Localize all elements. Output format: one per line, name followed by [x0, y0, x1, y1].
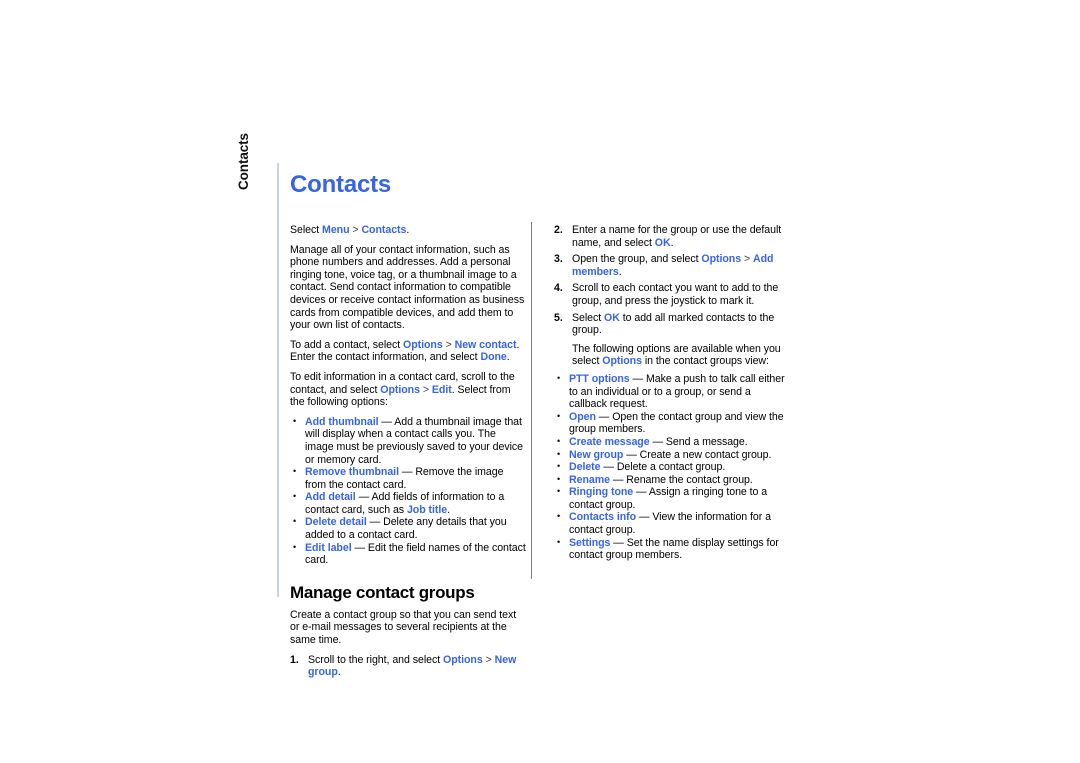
list-item: 2. Enter a name for the group or use the …	[554, 224, 791, 249]
option-term-add-thumbnail[interactable]: Add thumbnail	[305, 416, 379, 428]
link-ok[interactable]: OK	[604, 312, 620, 324]
link-contacts[interactable]: Contacts	[361, 224, 406, 236]
link-menu[interactable]: Menu	[322, 224, 350, 236]
list-item: Rename — Rename the contact group.	[554, 473, 791, 487]
option-desc-post: .	[447, 503, 451, 516]
step-text-2: .	[670, 236, 674, 249]
step-number: 2.	[554, 224, 563, 236]
paragraph-add-contact: To add a contact, select Options > New c…	[290, 339, 527, 364]
option-term-contacts-info[interactable]: Contacts info	[569, 511, 636, 523]
path-separator: >	[482, 653, 495, 666]
option-term-delete[interactable]: Delete	[569, 461, 601, 473]
option-term-new-group[interactable]: New group	[569, 449, 623, 461]
step-number: 4.	[554, 282, 563, 295]
link-job-title[interactable]: Job title	[407, 504, 447, 516]
step-text-2: .	[618, 265, 622, 278]
step-text-2: .	[337, 666, 341, 679]
link-new-contact[interactable]: New contact	[455, 339, 517, 351]
list-item: New group — Create a new contact group.	[554, 448, 791, 462]
list-item: Delete — Delete a contact group.	[554, 460, 791, 474]
group-steps-list-left: 1. Scroll to the right, and select Option…	[290, 654, 527, 679]
chapter-side-tab: Contacts	[236, 133, 251, 190]
paragraph-following-options: The following options are available when…	[554, 343, 791, 368]
option-desc: — Rename the contact group.	[609, 473, 753, 486]
list-item: Add thumbnail — Add a thumbnail image th…	[290, 415, 527, 466]
list-item: 4. Scroll to each contact you want to add…	[554, 282, 791, 307]
list-item: Create message — Send a message.	[554, 435, 791, 449]
list-item: Ringing tone — Assign a ringing tone to …	[554, 485, 791, 511]
step-text-1: Select	[572, 311, 605, 324]
list-item: Delete detail — Delete any details that …	[290, 515, 527, 541]
option-desc: — Open the contact group and view the gr…	[569, 410, 784, 436]
option-desc: — Delete a contact group.	[600, 461, 726, 474]
list-item: 5. Select OK to add all marked contacts t…	[554, 312, 791, 337]
link-options[interactable]: Options	[443, 654, 483, 666]
step-number: 1.	[290, 653, 299, 666]
document-page: Contacts Contacts Select Menu > Contacts…	[0, 0, 1080, 763]
step-text-1: Open the group, and select	[572, 253, 702, 266]
option-term-ptt-options[interactable]: PTT options	[569, 373, 630, 385]
paragraph-edit-card: To edit information in a contact card, s…	[290, 371, 527, 409]
list-item: Add detail — Add fields of information t…	[290, 490, 527, 516]
add-contact-text-3: .	[506, 351, 510, 364]
link-options[interactable]: Options	[403, 339, 443, 351]
option-desc: — Create a new contact group.	[623, 448, 772, 461]
link-options[interactable]: Options	[380, 384, 420, 396]
option-term-settings[interactable]: Settings	[569, 537, 610, 549]
group-options-list: PTT options — Make a push to talk call e…	[554, 372, 791, 562]
option-term-create-message[interactable]: Create message	[569, 436, 650, 448]
list-item: Open — Open the contact group and view t…	[554, 410, 791, 436]
step-text-1: Scroll to the right, and select	[308, 653, 444, 666]
following-text-2: in the contact groups view:	[641, 355, 769, 368]
option-term-edit-label[interactable]: Edit label	[305, 542, 352, 554]
path-separator: >	[442, 338, 455, 351]
page-title: Contacts	[290, 171, 392, 198]
list-item: 1. Scroll to the right, and select Option…	[290, 654, 527, 679]
list-item: 3. Open the group, and select Options > A…	[554, 253, 791, 278]
path-separator: >	[349, 224, 362, 236]
step-number: 3.	[554, 253, 563, 266]
list-item: Contacts info — View the information for…	[554, 510, 791, 536]
link-done[interactable]: Done	[480, 351, 506, 363]
step-number: 5.	[554, 311, 563, 324]
page-header: Contacts	[290, 172, 790, 212]
list-item: PTT options — Make a push to talk call e…	[554, 372, 791, 411]
link-options[interactable]: Options	[701, 253, 741, 265]
two-column-body: Select Menu > Contacts. Manage all of yo…	[290, 224, 792, 683]
section-title-manage-contact-groups: Manage contact groups	[290, 582, 475, 602]
link-ok[interactable]: OK	[655, 237, 671, 249]
option-term-open[interactable]: Open	[569, 411, 596, 423]
path-separator: >	[419, 383, 432, 396]
option-term-rename[interactable]: Rename	[569, 474, 610, 486]
right-column: 2. Enter a name for the group or use the …	[554, 224, 791, 683]
left-column: Select Menu > Contacts. Manage all of yo…	[290, 224, 527, 683]
paragraph-manage-info: Manage all of your contact information, …	[290, 243, 525, 332]
option-term-add-detail[interactable]: Add detail	[305, 491, 356, 503]
intro-select-line: Select Menu > Contacts.	[290, 224, 527, 237]
list-item: Remove thumbnail — Remove the image from…	[290, 465, 527, 491]
option-term-ringing-tone[interactable]: Ringing tone	[569, 486, 633, 498]
intro-suffix: .	[406, 224, 410, 236]
add-contact-text-1: To add a contact, select	[290, 338, 403, 351]
option-desc: — Send a message.	[649, 435, 748, 448]
list-item: Edit label — Edit the field names of the…	[290, 541, 527, 567]
edit-options-list: Add thumbnail — Add a thumbnail image th…	[290, 415, 527, 567]
left-margin-rule	[277, 163, 279, 597]
list-item: Settings — Set the name display settings…	[554, 536, 791, 562]
intro-prefix: Select	[290, 224, 323, 236]
path-separator: >	[741, 253, 754, 266]
step-text-1: Scroll to each contact you want to add t…	[572, 282, 779, 307]
link-edit[interactable]: Edit	[432, 384, 452, 396]
link-options[interactable]: Options	[602, 355, 642, 367]
option-term-delete-detail[interactable]: Delete detail	[305, 516, 367, 528]
step-text-1: Enter a name for the group or use the de…	[572, 224, 782, 249]
paragraph-group-intro: Create a contact group so that you can s…	[290, 608, 517, 647]
option-term-remove-thumbnail[interactable]: Remove thumbnail	[305, 466, 399, 478]
group-steps-list-right: 2. Enter a name for the group or use the …	[554, 224, 791, 337]
